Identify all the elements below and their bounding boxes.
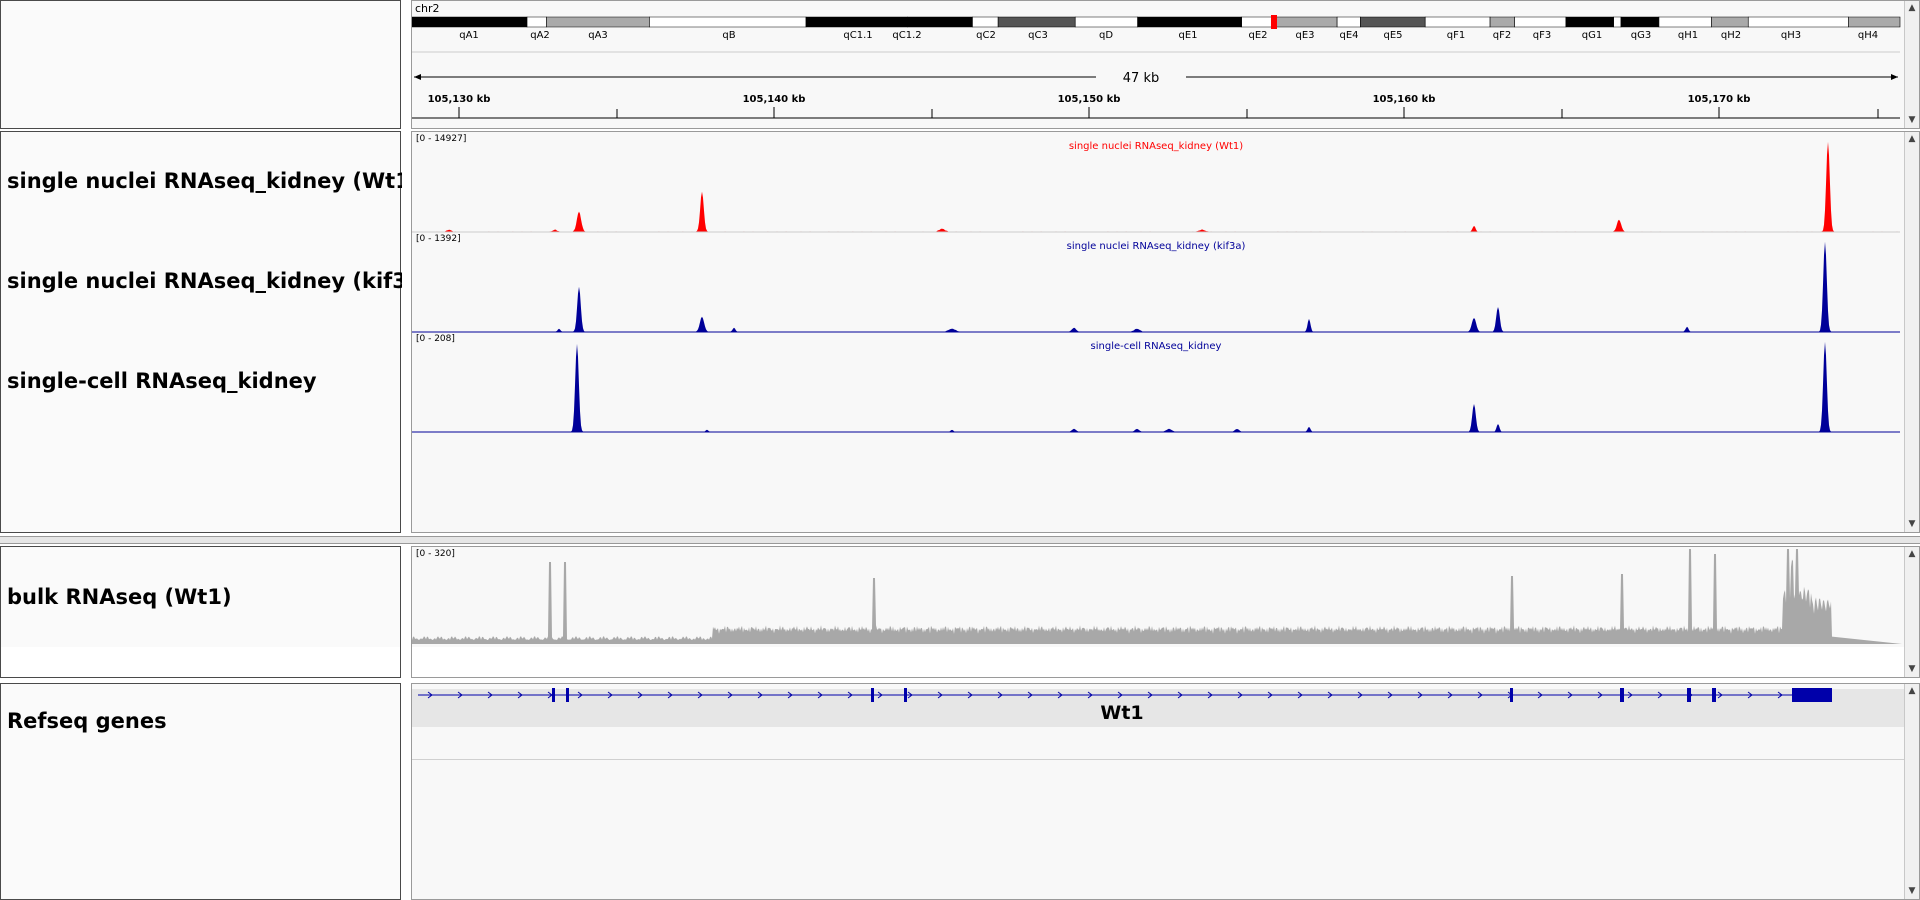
scroll-up-icon[interactable]: ▲ <box>1907 549 1917 559</box>
ruler-ticks: 105,130 kb 105,140 kb 105,150 kb 105,160 kb… <box>428 94 1879 118</box>
cytoband-label: qC1.2 <box>892 30 921 41</box>
cytoband-label: qE2 <box>1248 30 1267 41</box>
track-range-scrna: [0 - 208] <box>416 334 455 344</box>
exon-utr[interactable] <box>1792 691 1832 699</box>
cytoband-label: qH3 <box>1781 30 1801 41</box>
cytoband-label: qE5 <box>1383 30 1402 41</box>
scroll-down-icon[interactable]: ▼ <box>1907 519 1917 529</box>
track-range-bulk: [0 - 320] <box>416 549 455 559</box>
cytoband-label: qG3 <box>1631 30 1651 41</box>
cytoband-label: qE1 <box>1178 30 1197 41</box>
cytoband-label: qF2 <box>1493 30 1511 41</box>
exon[interactable] <box>1620 688 1624 702</box>
exon[interactable] <box>1510 688 1513 702</box>
track-name-scrna[interactable]: single-cell RNAseq_kidney <box>7 369 402 393</box>
exon[interactable] <box>1687 688 1691 702</box>
cytoband-label: qH4 <box>1858 30 1878 41</box>
track-range-snrna-wt1: [0 - 14927] <box>416 134 466 144</box>
gene-track[interactable]: Wt1 <box>412 684 1904 744</box>
cytoband-label: qD <box>1099 30 1113 41</box>
coverage-snrna-kif3a <box>412 241 1900 332</box>
genes-name-panel: Refseq genes <box>0 683 401 900</box>
cytoband-label: qA2 <box>530 30 550 41</box>
track-range-snrna-kif3a: [0 - 1392] <box>416 234 461 244</box>
exon[interactable] <box>1712 688 1716 702</box>
coverage-snrna-wt1 <box>412 141 1900 232</box>
exon[interactable] <box>871 688 874 702</box>
cytoband-label: qE3 <box>1295 30 1314 41</box>
span-indicator: 47 kb <box>414 71 1898 86</box>
chromosome-label: chr2 <box>415 2 440 15</box>
bulk-coverage-track[interactable]: [0 - 320] <box>412 547 1904 677</box>
track-name-snrna-kif3a[interactable]: single nuclei RNAseq_kidney (kif3a) <box>7 269 402 293</box>
ruler-tick-label: 105,170 kb <box>1688 94 1751 105</box>
track-name-bulk-rnaseq[interactable]: bulk RNAseq (Wt1) <box>7 585 402 609</box>
track-title-snrna-kif3a: single nuclei RNAseq_kidney (kif3a) <box>1067 241 1246 252</box>
coverage-tracks[interactable]: [0 - 14927] single nuclei RNAseq_kidney … <box>412 132 1904 532</box>
track-name-snrna-wt1[interactable]: single nuclei RNAseq_kidney (Wt1) <box>7 169 402 193</box>
coverage-scrna <box>412 341 1900 432</box>
scroll-up-icon[interactable]: ▲ <box>1907 134 1917 144</box>
cytoband-label: qH2 <box>1721 30 1741 41</box>
span-label: 47 kb <box>1123 71 1159 86</box>
cytoband-label: qA3 <box>588 30 608 41</box>
feature-row-separator <box>412 759 1905 760</box>
genes-scrollbar[interactable]: ▲ ▼ <box>1904 684 1919 899</box>
track-title-snrna-wt1: single nuclei RNAseq_kidney (Wt1) <box>1069 141 1243 152</box>
current-region-marker <box>1271 15 1277 29</box>
cytoband-label: qA1 <box>459 30 479 41</box>
data-tracks-name-panel: single nuclei RNAseq_kidney (Wt1) single… <box>0 131 402 533</box>
exon[interactable] <box>904 688 907 702</box>
scroll-up-icon[interactable]: ▲ <box>1907 686 1917 696</box>
cytoband-ideogram[interactable] <box>412 16 1901 28</box>
gene-label[interactable]: Wt1 <box>1100 702 1143 724</box>
panel-divider[interactable] <box>0 536 1920 544</box>
cytoband-label: qB <box>722 30 735 41</box>
bulk-name-panel: bulk RNAseq (Wt1) <box>0 546 401 678</box>
bulk-scrollbar[interactable]: ▲ ▼ <box>1904 547 1919 677</box>
ruler-graphic: chr2 qA1 qA2 qA3 qB qC1.1 qC1.2 qC2 qC3 qD qE1 qE2… <box>412 2 1901 119</box>
tracks-scrollbar[interactable]: ▲ ▼ <box>1904 132 1919 532</box>
scroll-down-icon[interactable]: ▼ <box>1907 664 1917 674</box>
track-name-refseq[interactable]: Refseq genes <box>7 709 402 733</box>
cytoband-label: qF1 <box>1447 30 1465 41</box>
ruler-scrollbar[interactable]: ▲ ▼ <box>1904 1 1919 128</box>
ruler-tick-label: 105,140 kb <box>743 94 806 105</box>
ruler-tick-label: 105,150 kb <box>1058 94 1121 105</box>
name-panel-fill <box>1 647 400 677</box>
track-title-scrna: single-cell RNAseq_kidney <box>1091 341 1222 352</box>
scroll-up-icon[interactable]: ▲ <box>1907 3 1917 13</box>
exon[interactable] <box>552 688 555 702</box>
ruler-name-panel <box>0 0 401 129</box>
cytoband-labels: qA1 qA2 qA3 qB qC1.1 qC1.2 qC2 qC3 qD qE1 qE2 qE3 qE… <box>459 30 1878 41</box>
ruler-tick-label: 105,160 kb <box>1373 94 1436 105</box>
exon[interactable] <box>566 688 569 702</box>
cytoband-label: qC3 <box>1028 30 1048 41</box>
scroll-down-icon[interactable]: ▼ <box>1907 886 1917 896</box>
cytoband-label: qG1 <box>1582 30 1602 41</box>
cytoband-label: qF3 <box>1533 30 1551 41</box>
cytoband-label: qC1.1 <box>843 30 872 41</box>
ruler-tick-label: 105,130 kb <box>428 94 491 105</box>
cytoband-label: qC2 <box>976 30 996 41</box>
coverage-bulk-rnaseq <box>412 549 1902 644</box>
scroll-down-icon[interactable]: ▼ <box>1907 115 1917 125</box>
cytoband-label: qE4 <box>1339 30 1358 41</box>
cytoband-label: qH1 <box>1678 30 1698 41</box>
